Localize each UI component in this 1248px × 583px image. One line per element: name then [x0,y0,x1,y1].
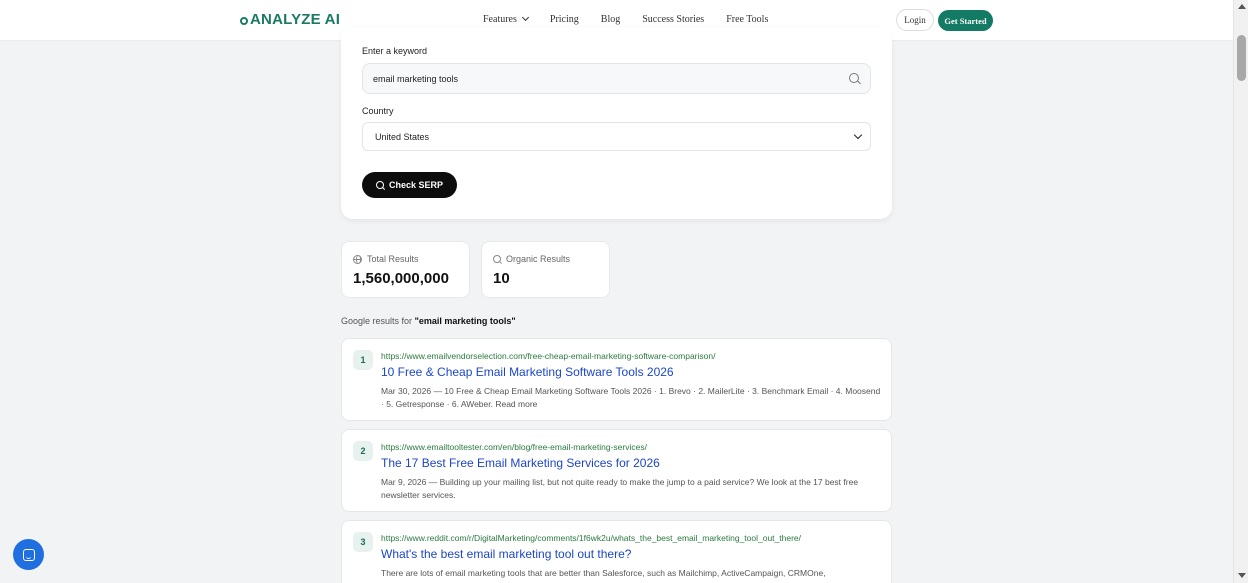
get-started-button[interactable]: Get Started [938,10,993,31]
nav-features-label: Features [483,14,517,25]
nav-links: Features Pricing Blog Success Stories Fr… [483,13,768,25]
serp-result: 3 https://www.reddit.com/r/DigitalMarket… [341,520,892,583]
globe-icon [353,254,362,264]
search-icon [375,181,384,189]
total-results-card: Total Results 1,560,000,000 [341,241,470,298]
scroll-up-arrow-icon[interactable] [1238,4,1246,9]
nav-blog[interactable]: Blog [601,14,620,25]
result-url[interactable]: https://www.emailtooltester.com/en/blog/… [381,442,647,452]
serp-result: 1 https://www.emailvendorselection.com/f… [341,338,892,421]
check-serp-label: Check SERP [388,180,444,190]
serp-search-card: Enter a keyword Country United States Ch… [341,27,892,219]
chevron-down-icon [521,13,529,22]
scrollbar-thumb[interactable] [1237,35,1246,81]
nav-success-stories[interactable]: Success Stories [642,14,704,25]
nav-features[interactable]: Features [483,13,529,25]
result-title-link[interactable]: What's the best email marketing tool out… [381,547,631,561]
result-url[interactable]: https://www.reddit.com/r/DigitalMarketin… [381,533,801,543]
result-snippet: Mar 9, 2026 — Building up your mailing l… [381,477,859,500]
results-caption-prefix: Google results for [341,316,413,326]
total-results-value: 1,560,000,000 [353,270,449,287]
chat-launcher-button[interactable] [13,539,44,570]
page-scrollbar[interactable] [1233,0,1248,583]
nav-free-tools[interactable]: Free Tools [726,14,768,25]
country-select-value: United States [375,131,430,142]
result-snippet: There are lots of email marketing tools … [381,568,826,578]
keyword-label: Enter a keyword [362,46,428,56]
total-results-header: Total Results [353,254,419,264]
result-title-link[interactable]: The 17 Best Free Email Marketing Service… [381,456,660,470]
result-url[interactable]: https://www.emailvendorselection.com/fre… [381,351,715,361]
chevron-down-icon [853,130,863,140]
scroll-down-arrow-icon[interactable] [1238,573,1246,578]
results-caption: Google results for "email marketing tool… [341,316,516,326]
nav-pricing[interactable]: Pricing [550,14,579,25]
check-serp-button[interactable]: Check SERP [362,172,457,198]
country-select[interactable]: United States [362,122,871,151]
organic-results-card: Organic Results 10 [481,241,610,298]
result-title-link[interactable]: 10 Free & Cheap Email Marketing Software… [381,365,674,379]
search-icon[interactable] [849,73,859,83]
search-icon [493,255,501,263]
logo-text: ANALYZE AI [250,11,341,28]
logo-mark-icon [240,16,248,25]
results-caption-query: "email marketing tools" [414,316,516,326]
organic-results-value: 10 [493,270,510,287]
chat-icon [22,548,35,561]
logo[interactable]: ANALYZE AI [240,11,340,28]
serp-result: 2 https://www.emailtooltester.com/en/blo… [341,429,892,512]
total-results-label: Total Results [367,254,419,264]
organic-results-header: Organic Results [493,254,570,264]
result-rank-badge: 3 [353,532,373,552]
result-rank-badge: 2 [353,441,373,461]
organic-results-label: Organic Results [506,254,571,264]
result-snippet: Mar 30, 2026 — 10 Free & Cheap Email Mar… [381,386,881,409]
country-label: Country [362,106,394,116]
result-rank-badge: 1 [353,350,373,370]
keyword-input[interactable] [362,63,871,94]
login-button[interactable]: Login [896,9,934,31]
